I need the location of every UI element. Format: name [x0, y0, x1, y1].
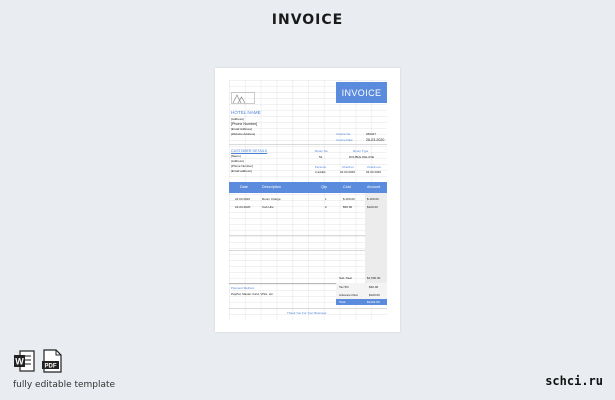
col-amount: Amount [367, 185, 381, 189]
hotel-address: [Address] [231, 117, 244, 121]
col-description: Description [262, 185, 281, 189]
advance-label: Advance Paid [339, 293, 358, 297]
divider [229, 235, 365, 236]
pdf-icon-label: PDF [45, 364, 57, 370]
tax-label: Tax 5% [339, 285, 349, 289]
col-cost: Cost [343, 185, 351, 189]
row-date: 24.03.2020 [235, 197, 251, 201]
hotel-email: [Email Address] [231, 127, 252, 131]
row-amount: $100.00 [367, 205, 378, 209]
total-label: Total [339, 300, 346, 304]
row-description: Cab Hire [262, 205, 274, 209]
row-qty: 1 [325, 197, 327, 201]
row-description: Room Charge [262, 197, 281, 201]
invoice-date: 26-03-2020 [366, 138, 385, 142]
customer-address: [Address] [231, 159, 244, 163]
invoice-preview: INVOICE HOTEL NAME [Address] [Phone Numb… [215, 68, 400, 332]
hotel-website: [Website Address] [231, 132, 256, 136]
room-type-label: Room Type [353, 149, 369, 153]
divider [229, 250, 365, 251]
row-qty: 2 [325, 205, 327, 209]
tax: $30.00 [369, 285, 379, 289]
word-icon-letter: W [15, 357, 24, 367]
total: $1432.00 [367, 300, 380, 304]
divider [229, 308, 387, 309]
word-file-icon: W [14, 350, 35, 372]
template-caption: fully editable template [13, 380, 116, 390]
site-watermark: schci.ru [545, 374, 603, 388]
invoice-document: INVOICE HOTEL NAME [Address] [Phone Numb… [229, 80, 387, 320]
hotel-phone: [Phone Number] [231, 122, 258, 126]
hotel-logo-icon [231, 92, 255, 104]
row-cost: $50.00 [343, 205, 353, 209]
row-cost: $ 400.00 [343, 197, 355, 201]
file-format-icons: W PDF [13, 349, 63, 373]
items-table-header: Date Description Qty Cost Amount [229, 182, 387, 193]
persons-label: Persons [315, 165, 327, 169]
pdf-file-icon: PDF [42, 349, 62, 373]
advance: $100.00 [369, 293, 380, 297]
customer-name: [Name] [231, 154, 241, 158]
col-date: Date [240, 185, 249, 189]
customer-email: [Email address] [231, 169, 252, 173]
room-type: DOUBLE DELUXE [349, 155, 375, 159]
payment-method-label: Payment Method [231, 286, 254, 290]
customer-phone: [Phone Number] [231, 164, 253, 168]
total-bar: Total $1432.00 [336, 299, 387, 305]
divider [229, 144, 387, 145]
thank-you-note: Thank You For Your Business [287, 311, 327, 315]
checkout-label: Check-out [367, 165, 381, 169]
subtotal-label: Sub-Total [339, 276, 352, 280]
invoice-banner: INVOICE [336, 82, 387, 103]
invoice-date-label: Invoice Date [336, 138, 353, 142]
page-title: INVOICE [271, 12, 344, 28]
customer-details-label: CUSTOMER DETAILS [231, 149, 268, 153]
subtotal: $1,500.00 [367, 276, 381, 280]
invoice-no-label: Invoice No. [336, 132, 352, 136]
row-amount: $ 400.00 [367, 197, 379, 201]
checkin: 24.03.2020 [340, 170, 356, 174]
persons: 2 adults [315, 170, 326, 174]
hotel-name: HOTEL NAME [231, 110, 261, 115]
invoice-no: 256347 [366, 132, 377, 136]
room-no-label: Room No. [315, 149, 329, 153]
checkin-label: Check-in [342, 165, 354, 169]
room-no: 52 [319, 155, 323, 159]
row-date: 24-03-2020 [235, 205, 251, 209]
checkout: 26.03.2020 [366, 170, 382, 174]
col-qty: Qty [321, 185, 327, 189]
payment-method: PayPal, Master Card, VISA, etc. [231, 292, 274, 296]
